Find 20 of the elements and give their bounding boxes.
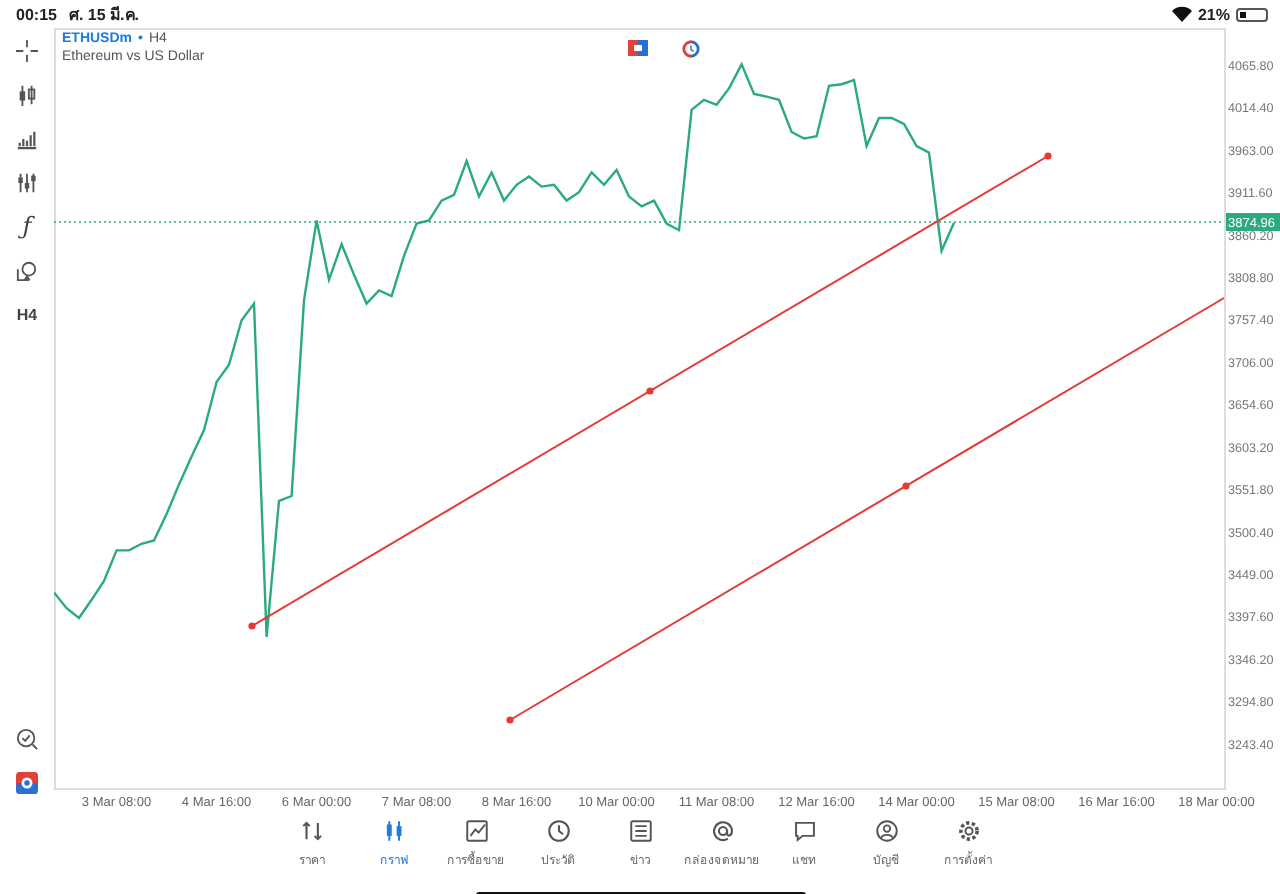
battery-icon [1236, 7, 1268, 21]
app-logo-icon[interactable] [11, 766, 43, 798]
date: ศ. 15 มี.ค. [68, 3, 139, 27]
battery-percent: 21% [1197, 5, 1230, 23]
timeframe-button[interactable]: H4 [11, 298, 43, 330]
timer-icon[interactable] [682, 40, 700, 58]
newspaper-icon [627, 818, 653, 844]
wifi-icon [1171, 6, 1192, 22]
trade-icon[interactable] [628, 40, 648, 56]
settings-icon [955, 818, 981, 844]
candlestick-icon [381, 818, 407, 844]
arrows-icon [299, 818, 325, 844]
clock: 00:15 [16, 5, 57, 23]
crosshair-icon[interactable] [11, 34, 43, 66]
history-icon [545, 818, 571, 844]
user-icon [873, 818, 899, 844]
function-button[interactable]: ƒ [11, 210, 43, 242]
at-sign-icon [709, 818, 735, 844]
chat-icon [791, 818, 817, 844]
line-chart-icon [463, 818, 489, 844]
